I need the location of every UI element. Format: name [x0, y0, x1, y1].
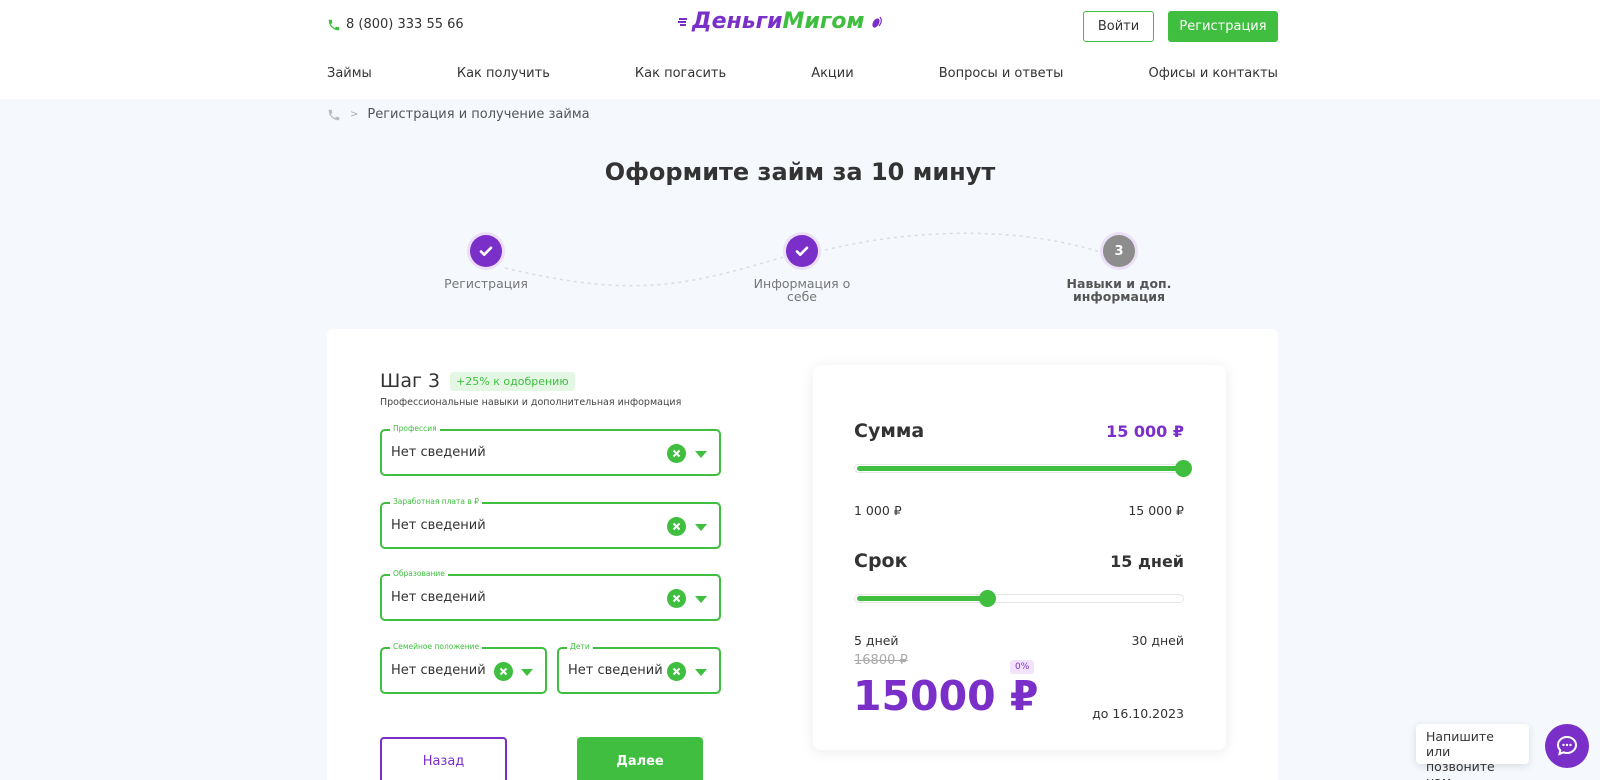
step-done-indicator — [783, 232, 821, 270]
chevron-down-icon[interactable] — [521, 669, 533, 676]
approval-badge: +25% к одобрению — [450, 371, 575, 391]
back-button[interactable]: Назад — [380, 737, 507, 780]
step-heading: Шаг 3 +25% к одобрению — [380, 370, 575, 392]
term-min: 5 дней — [854, 633, 899, 648]
step-skills: 3 Навыки и доп. информация — [1049, 232, 1189, 303]
step-label: Регистрация — [444, 276, 528, 291]
sum-row: Сумма 15 000 ₽ — [854, 420, 1184, 442]
check-icon — [479, 246, 493, 256]
due-date: до 16.10.2023 — [1092, 706, 1184, 721]
term-range: 5 дней 30 дней — [854, 633, 1184, 648]
salary-select[interactable]: Заработная плата в ₽ Нет сведений — [380, 497, 721, 549]
education-select[interactable]: Образование Нет сведений — [380, 569, 721, 621]
chevron-down-icon[interactable] — [695, 451, 707, 458]
term-slider-handle[interactable] — [979, 590, 997, 607]
clear-icon[interactable] — [667, 662, 686, 681]
term-slider[interactable] — [854, 590, 1184, 607]
sum-label: Сумма — [854, 420, 925, 442]
step-about-me: Информация о себе — [732, 232, 872, 303]
field-value: Нет сведений — [391, 590, 486, 605]
clear-icon[interactable] — [667, 589, 686, 608]
sum-slider[interactable] — [854, 460, 1192, 477]
step-title: Шаг 3 — [380, 370, 441, 392]
clear-icon[interactable] — [667, 444, 686, 463]
step-subtitle: Профессиональные навыки и дополнительная… — [380, 397, 682, 408]
term-slider-fill — [857, 596, 988, 601]
sum-value: 15 000 ₽ — [1106, 422, 1184, 441]
sum-min: 1 000 ₽ — [854, 503, 902, 518]
field-value: Нет сведений — [391, 663, 486, 678]
profession-select[interactable]: Профессия Нет сведений — [380, 424, 721, 476]
clear-icon[interactable] — [494, 662, 513, 681]
field-value: Нет сведений — [568, 663, 663, 678]
children-select[interactable]: Дети Нет сведений — [557, 642, 721, 694]
chat-button[interactable] — [1545, 724, 1589, 768]
chevron-down-icon[interactable] — [695, 524, 707, 531]
step-number: 3 — [1103, 235, 1135, 267]
clear-icon[interactable] — [667, 517, 686, 536]
field-label: Образование — [390, 569, 448, 578]
term-row: Срок 15 дней — [854, 550, 1184, 572]
sum-slider-handle[interactable] — [1175, 460, 1192, 477]
field-label: Семейное положение — [390, 642, 483, 651]
check-icon — [795, 246, 809, 256]
total-price: 15000 ₽ — [853, 672, 1039, 720]
next-button[interactable]: Далее — [577, 737, 703, 780]
chat-prompt[interactable]: Напишите или позвоните нам — [1416, 724, 1529, 780]
field-label: Профессия — [390, 424, 440, 433]
chevron-down-icon[interactable] — [695, 596, 707, 603]
chat-icon — [1556, 735, 1578, 756]
sum-max: 15 000 ₽ — [1128, 503, 1184, 518]
term-value: 15 дней — [1110, 552, 1184, 571]
step-label: Информация о себе — [753, 276, 851, 304]
term-max: 30 дней — [1131, 633, 1184, 648]
sum-range: 1 000 ₽ 15 000 ₽ — [854, 503, 1184, 518]
step-current-indicator: 3 — [1100, 232, 1138, 270]
field-value: Нет сведений — [391, 518, 486, 533]
term-label: Срок — [854, 550, 908, 572]
step-registration: Регистрация — [416, 232, 556, 290]
step-label: Навыки и доп. информация — [1066, 276, 1172, 304]
old-price: 16800 ₽ — [854, 653, 908, 668]
sum-slider-fill — [857, 466, 1183, 471]
loan-calculator: Сумма 15 000 ₽ 1 000 ₽ 15 000 ₽ Срок 15 … — [813, 365, 1226, 750]
step-done-indicator — [467, 232, 505, 270]
field-label: Заработная плата в ₽ — [390, 497, 482, 506]
marital-status-select[interactable]: Семейное положение Нет сведений — [380, 642, 547, 694]
field-value: Нет сведений — [391, 445, 486, 460]
chevron-down-icon[interactable] — [695, 669, 707, 676]
field-label: Дети — [567, 642, 593, 651]
